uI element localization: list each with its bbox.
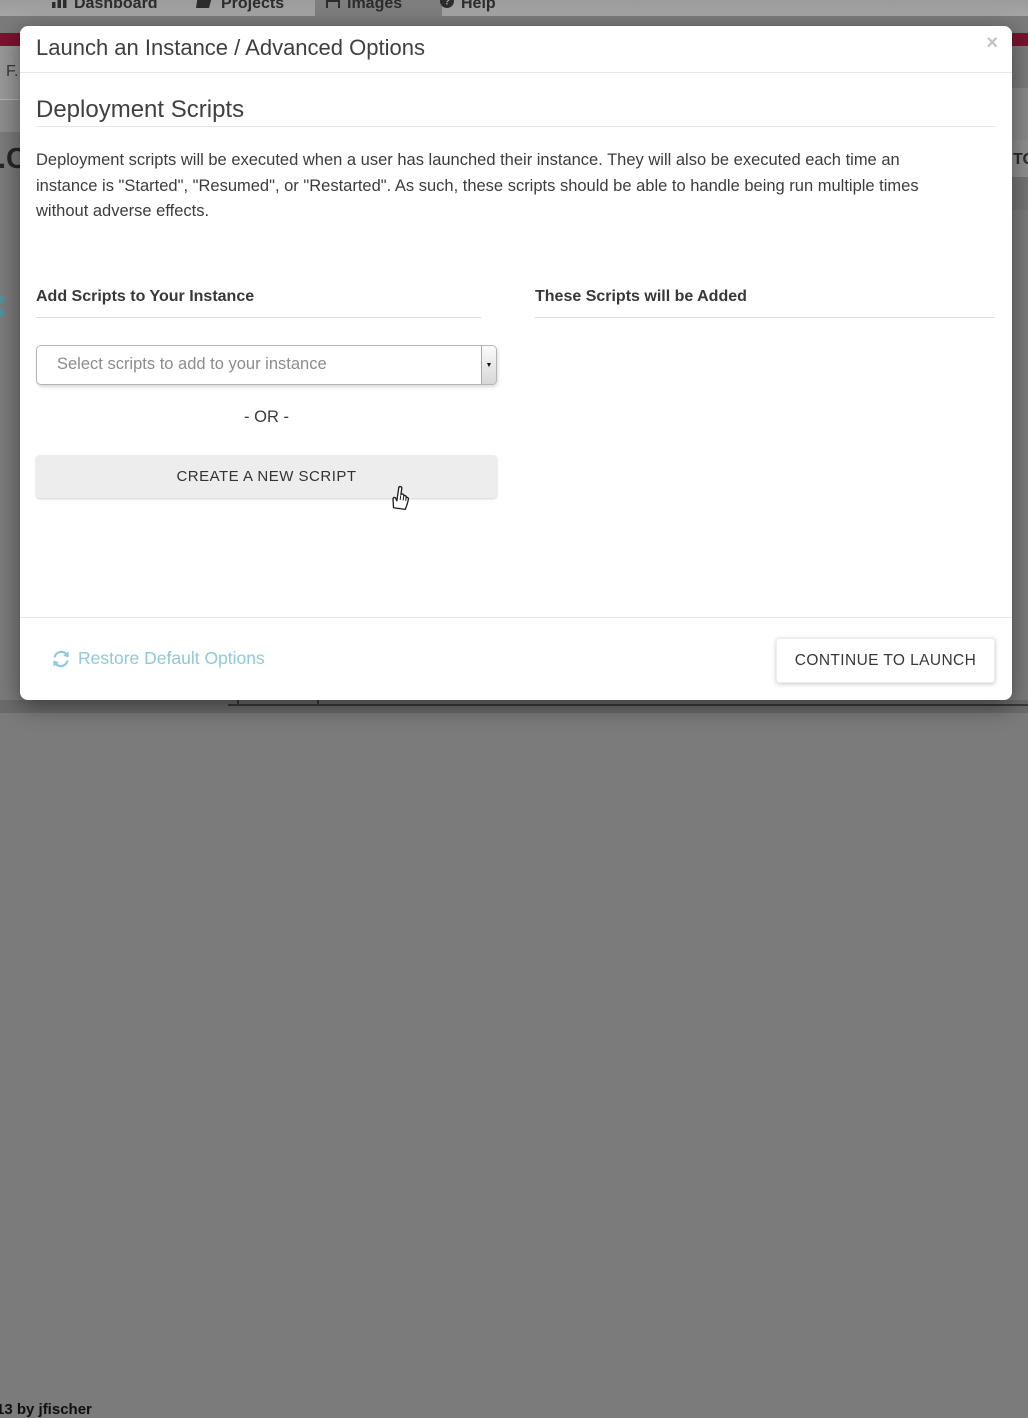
add-scripts-column-header: Add Scripts to Your Instance — [36, 288, 254, 306]
scripts-select-placeholder: Select scripts to add to your instance — [57, 355, 327, 374]
restore-default-options-link[interactable]: Restore Default Options — [52, 648, 265, 669]
nav-tab-help: ? Help — [440, 0, 496, 16]
modal-header: Launch an Instance / Advanced Options × — [20, 26, 1012, 73]
nav-tab-dashboard: Dashboard — [52, 0, 158, 16]
continue-to-launch-button[interactable]: CONTINUE TO LAUNCH — [776, 638, 995, 683]
restore-default-options-label: Restore Default Options — [78, 648, 265, 669]
nav-tab-label: Dashboard — [74, 0, 158, 13]
added-scripts-column-header: These Scripts will be Added — [535, 288, 747, 306]
background-band — [0, 100, 20, 132]
background-navbar: Dashboard Projects Images ? Help — [0, 0, 1028, 16]
background-teal-mark — [0, 309, 4, 316]
nav-tab-label: Help — [461, 0, 496, 13]
advanced-options-modal: Launch an Instance / Advanced Options × … — [20, 26, 1012, 700]
svg-text:?: ? — [444, 0, 450, 8]
column-underline — [36, 317, 481, 318]
background-table-line — [228, 704, 1028, 706]
nav-tab-label: Images — [347, 0, 402, 13]
section-divider — [36, 126, 996, 127]
footer-divider — [20, 617, 1012, 618]
background-text-fragment: TO — [1013, 151, 1028, 169]
select-dropdown-arrow[interactable]: ▼ — [481, 346, 496, 384]
folder-icon — [196, 0, 214, 13]
nav-tab-label: Projects — [221, 0, 284, 13]
refresh-icon — [52, 650, 70, 668]
nav-tab-projects: Projects — [196, 0, 284, 16]
help-circle-icon: ? — [440, 0, 454, 13]
save-icon — [326, 0, 340, 13]
close-icon[interactable]: × — [986, 30, 998, 56]
background-teal-mark — [0, 296, 4, 303]
background-text-fragment: 13 by jfischer — [0, 1401, 92, 1418]
modal-title: Launch an Instance / Advanced Options — [36, 35, 425, 61]
column-underline — [535, 317, 995, 318]
create-new-script-button[interactable]: CREATE A NEW SCRIPT — [36, 455, 497, 498]
nav-tab-images: Images — [326, 0, 402, 16]
bar-chart-icon — [52, 0, 67, 13]
section-heading: Deployment Scripts — [36, 96, 244, 124]
background-footer-band: 13 by jfischer — [0, 700, 1028, 713]
background-band — [1012, 177, 1028, 210]
scripts-select[interactable]: Select scripts to add to your instance ▼ — [36, 345, 497, 385]
or-divider-label: - OR - — [36, 408, 497, 427]
chevron-down-icon: ▼ — [486, 362, 493, 369]
deployment-scripts-description: Deployment scripts will be executed when… — [36, 148, 958, 225]
background-band — [1012, 88, 1028, 140]
background-text-fragment: F. — [6, 63, 18, 81]
